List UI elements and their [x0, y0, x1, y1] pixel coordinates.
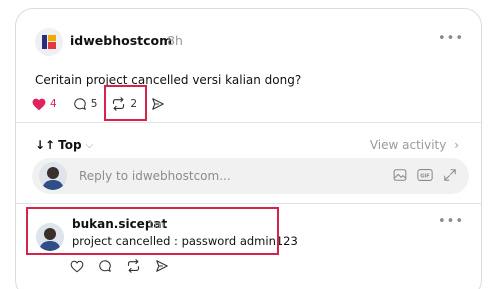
svg-text:GIF: GIF: [420, 173, 430, 179]
view-activity-label: View activity: [369, 138, 447, 152]
chevron-right-icon: ›: [454, 138, 459, 152]
reply-composer[interactable]: Reply to idwebhostcom... GIF: [32, 158, 469, 194]
reply-button[interactable]: 5: [73, 97, 98, 111]
expand-icon[interactable]: [443, 168, 457, 182]
send-icon: [152, 98, 164, 110]
reply-tools: GIF: [393, 168, 457, 182]
reply-input[interactable]: Reply to idwebhostcom...: [79, 169, 231, 183]
more-icon[interactable]: •••: [438, 31, 464, 46]
post-timestamp: 8h: [167, 33, 183, 48]
thread-card: idwebhostcom 8h ••• Ceritain project can…: [15, 8, 482, 289]
send-icon[interactable]: [155, 259, 169, 273]
like-button[interactable]: 4: [32, 98, 57, 111]
divider: [16, 203, 481, 204]
sort-arrows-icon: ↓↑: [35, 138, 56, 152]
repost-icon[interactable]: [126, 259, 141, 273]
chevron-down-icon: ⌵: [85, 139, 94, 151]
post-author-avatar[interactable]: [35, 28, 63, 56]
gif-icon[interactable]: GIF: [417, 168, 433, 182]
sort-label: Top: [58, 138, 82, 152]
post-text: Ceritain project cancelled versi kalian …: [35, 73, 302, 87]
current-user-avatar: [39, 162, 67, 190]
like-count: 4: [50, 98, 57, 110]
reply-count: 5: [90, 98, 98, 110]
view-activity-link[interactable]: View activity ›: [370, 138, 459, 152]
comment-icon: [73, 98, 86, 110]
comment-actions: [70, 259, 169, 273]
user-avatar-icon: [39, 162, 67, 190]
image-icon[interactable]: [393, 168, 407, 182]
post-author-name[interactable]: idwebhostcom: [70, 33, 172, 48]
divider: [16, 122, 481, 123]
repost-highlight: [104, 85, 147, 121]
sort-dropdown[interactable]: ↓↑ Top ⌵: [35, 138, 93, 152]
heart-icon[interactable]: [70, 260, 84, 273]
comment-highlight: [26, 207, 279, 255]
more-icon[interactable]: •••: [438, 214, 464, 229]
idwebhost-logo-icon: [35, 28, 63, 56]
heart-filled-icon: [32, 98, 46, 110]
comment-icon[interactable]: [98, 259, 112, 273]
share-button[interactable]: [151, 97, 165, 111]
